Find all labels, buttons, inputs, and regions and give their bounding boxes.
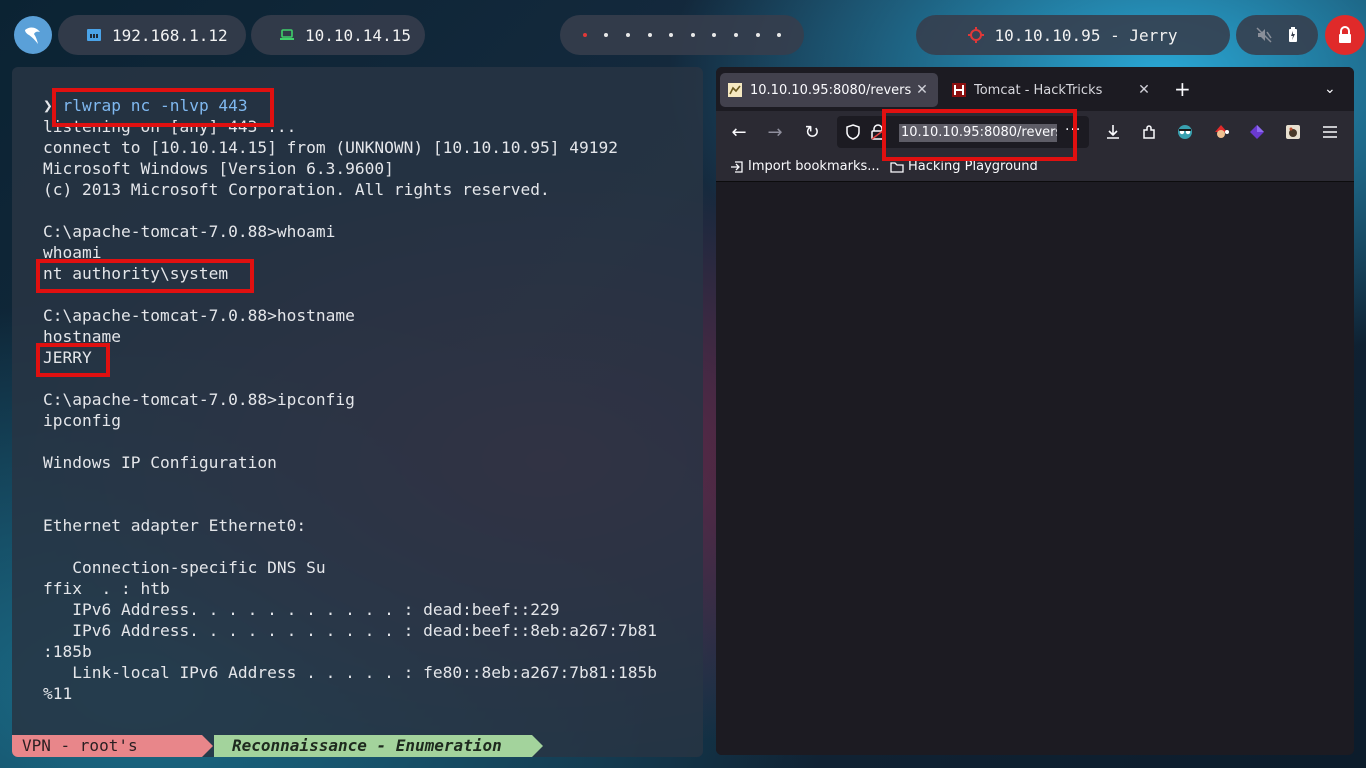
terminal-line: IPv6 Address. . . . . . . . . . . : dead… — [43, 600, 560, 619]
list-all-tabs-chevron-icon[interactable]: ⌄ — [1324, 81, 1336, 97]
status-session: VPN - root's tasks — [12, 735, 202, 757]
terminal-line: Link-local IPv6 Address . . . . . : fe80… — [43, 663, 657, 682]
lock-screen-button[interactable] — [1325, 15, 1365, 55]
tab-hacktricks[interactable]: Tomcat - HackTricks ✕ — [944, 73, 1160, 107]
terminal-line: C:\apache-tomcat-7.0.88>hostname — [43, 306, 355, 325]
import-bookmarks-item[interactable]: Import bookmarks... — [730, 159, 880, 174]
terminal-line: %11 — [43, 684, 73, 703]
terminal-line: ipconfig — [43, 411, 121, 430]
status-separator — [532, 735, 543, 757]
status-window: Reconnaissance - Enumeration — [214, 735, 532, 757]
workspace-dot[interactable] — [604, 33, 609, 37]
lock-icon — [1339, 26, 1351, 43]
system-tray — [1236, 15, 1318, 55]
highlight-box-command — [52, 88, 274, 127]
terminal-line: Microsoft Windows [Version 6.3.9600] — [43, 159, 394, 178]
target-text: 10.10.10.95 - Jerry — [994, 25, 1178, 45]
target-widget[interactable]: 10.10.10.95 - Jerry — [916, 15, 1230, 55]
kali-logo-icon — [25, 27, 40, 44]
terminal-line: C:\apache-tomcat-7.0.88>ipconfig — [43, 390, 355, 409]
laptop-icon — [280, 29, 294, 40]
local-ip-widget[interactable]: 192.168.1.12 — [58, 15, 246, 55]
terminal-line: JERRY — [43, 348, 92, 367]
tomcat-favicon-icon — [728, 83, 742, 97]
workspace-switcher[interactable] — [560, 15, 804, 55]
extension-cube-icon[interactable] — [1246, 121, 1268, 143]
local-ip-text: 192.168.1.12 — [112, 25, 228, 45]
mute-icon[interactable] — [1256, 27, 1272, 43]
workspace-dot[interactable] — [755, 33, 760, 37]
terminal-line: Connection-specific DNS Su — [43, 558, 326, 577]
downloads-icon[interactable] — [1102, 121, 1124, 143]
tab-strip: 10.10.10.95:8080/reverse/ ✕ Tomcat - Hac… — [716, 67, 1354, 111]
terminal-line: IPv6 Address. . . . . . . . . . . : dead… — [43, 621, 657, 640]
highlight-box-whoami — [36, 259, 254, 293]
highlight-box-hostname — [36, 343, 110, 377]
tmux-status-bar: VPN - root's tasks Reconnaissance - Enum… — [12, 735, 703, 757]
terminal-line: C:\apache-tomcat-7.0.88>whoami — [43, 222, 336, 241]
terminal-line: hostname — [43, 327, 121, 346]
tab-title: Tomcat - HackTricks — [974, 82, 1103, 98]
terminal-line: (c) 2013 Microsoft Corporation. All righ… — [43, 180, 550, 199]
terminal-line: Windows IP Configuration — [43, 453, 277, 472]
workspace-dot[interactable] — [733, 33, 738, 37]
terminal-line: Ethernet adapter Ethernet0: — [43, 516, 307, 535]
vpn-ip-widget[interactable]: 10.10.14.15 — [251, 15, 425, 55]
ethernet-icon — [87, 29, 101, 41]
close-tab-icon[interactable]: ✕ — [1134, 82, 1154, 98]
new-tab-button[interactable]: + — [1174, 79, 1191, 99]
reload-icon[interactable]: ↻ — [801, 121, 823, 143]
workspace-dot[interactable] — [669, 33, 674, 37]
forward-arrow-icon[interactable]: → — [764, 121, 786, 143]
browser-window: 10.10.10.95:8080/reverse/ ✕ Tomcat - Hac… — [716, 67, 1354, 755]
top-panel: 192.168.1.12 10.10.14.15 10.10.10.95 - J… — [0, 0, 1366, 70]
highlight-box-url — [882, 109, 1077, 161]
workspace-dot[interactable] — [647, 33, 652, 37]
terminal-line: :185b — [43, 642, 92, 661]
back-arrow-icon[interactable]: ← — [728, 121, 750, 143]
battery-icon[interactable] — [1288, 27, 1298, 43]
workspace-dot-active[interactable] — [582, 33, 587, 37]
extension-cookie-icon[interactable] — [1282, 121, 1304, 143]
status-separator — [202, 735, 213, 757]
terminal-line: ffix . : htb — [43, 579, 170, 598]
bookmark-label: Hacking Playground — [908, 159, 1038, 174]
terminal-line: connect to [10.10.14.15] from (UNKNOWN) … — [43, 138, 618, 157]
extensions-icon[interactable] — [1138, 121, 1160, 143]
terminal-output[interactable]: ❯ rlwrap nc -nlvp 443 listening on [any] … — [43, 95, 657, 704]
shield-icon[interactable] — [845, 124, 861, 140]
bookmark-label: Import bookmarks... — [748, 159, 880, 174]
folder-icon — [890, 161, 904, 173]
workspace-dot[interactable] — [690, 33, 695, 37]
extension-glasses-icon[interactable] — [1174, 121, 1196, 143]
workspace-dot[interactable] — [625, 33, 630, 37]
tab-title: 10.10.10.95:8080/reverse/ — [750, 82, 912, 98]
crosshair-icon — [968, 27, 985, 43]
hamburger-menu-icon[interactable] — [1319, 121, 1341, 143]
workspace-dot[interactable] — [712, 33, 717, 37]
close-tab-icon[interactable]: ✕ — [912, 82, 932, 98]
extension-santa-icon[interactable] — [1210, 121, 1232, 143]
tab-reverse[interactable]: 10.10.10.95:8080/reverse/ ✕ — [720, 73, 938, 107]
hacktricks-favicon-icon — [952, 83, 966, 97]
page-content[interactable] — [716, 182, 1354, 755]
bookmark-folder-hacking-playground[interactable]: Hacking Playground — [890, 159, 1038, 174]
import-icon — [731, 160, 743, 173]
workspace-dot[interactable] — [777, 33, 782, 37]
kali-logo-button[interactable] — [14, 16, 52, 54]
vpn-ip-text: 10.10.14.15 — [305, 25, 411, 45]
terminal-window[interactable]: ❯ rlwrap nc -nlvp 443 listening on [any] … — [12, 67, 703, 757]
